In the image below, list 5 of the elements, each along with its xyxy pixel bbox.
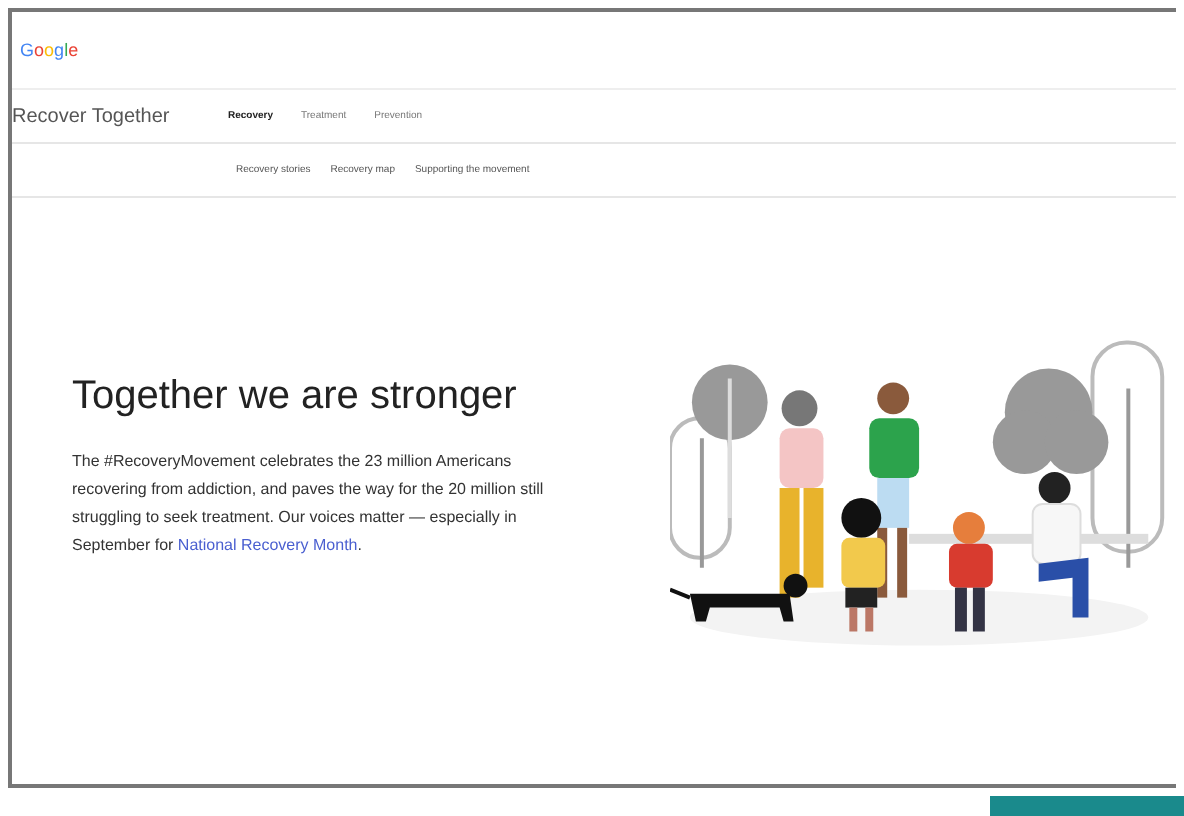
- recovery-month-link[interactable]: National Recovery Month: [177, 536, 358, 554]
- hero-paragraph: The #RecoveryMovement celebrates the 23 million Americans recovering from addiction, and paves the way for the 20 million still struggling to seek treatment. Our voices matter — especially in September for National Recovery Month.: [72, 450, 546, 558]
- logo[interactable]: Google: [20, 40, 79, 60]
- site-title[interactable]: Recover Together: [12, 105, 228, 127]
- hero-heading: Together we are stronger: [72, 374, 519, 420]
